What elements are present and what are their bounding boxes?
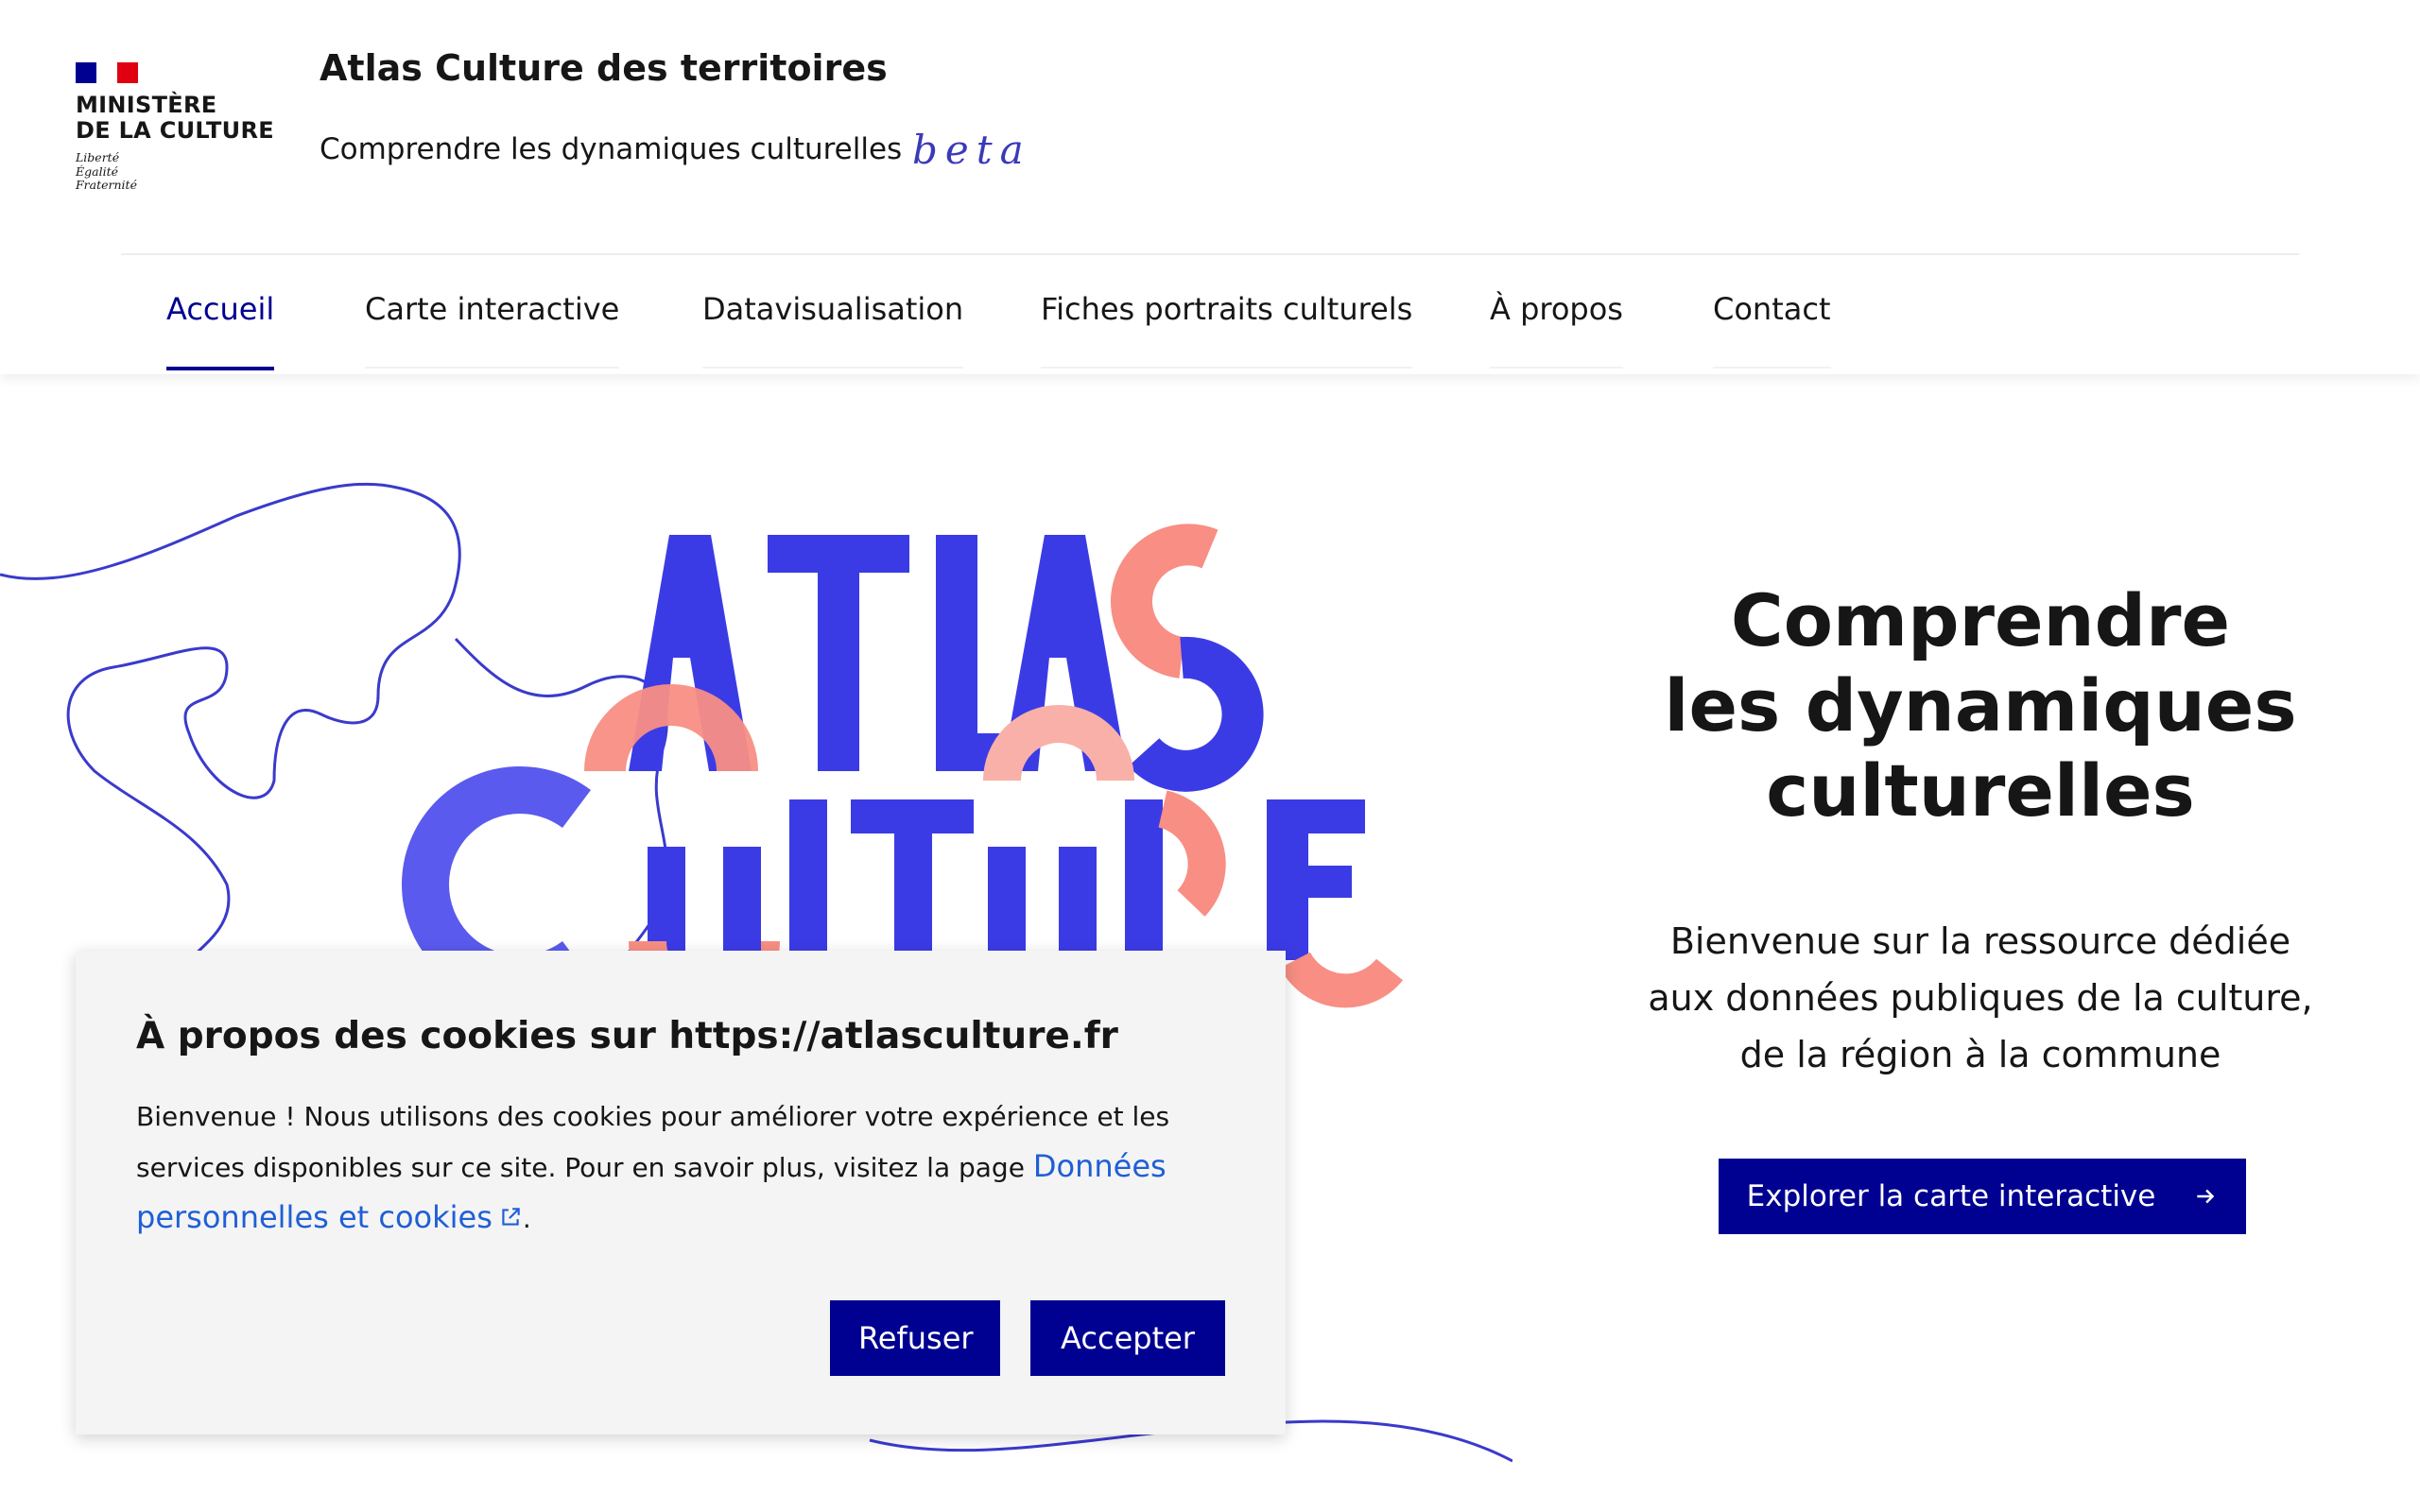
motto-fraternite: Fraternité: [76, 178, 137, 192]
site-title[interactable]: Atlas Culture des territoires: [320, 47, 888, 89]
cookie-text-line2: services disponibles sur ce site. Pour e…: [136, 1152, 1025, 1183]
nav-item-label: Carte interactive: [365, 291, 620, 327]
nav-item-carte-interactive[interactable]: Carte interactive: [365, 291, 620, 369]
external-link-icon: [502, 1208, 520, 1226]
refuse-cookies-button[interactable]: Refuser: [830, 1300, 1000, 1376]
republic-motto: Liberté Égalité Fraternité: [76, 150, 293, 193]
privacy-link-label-part2: personnelles et cookies: [136, 1199, 493, 1235]
site-tagline: Comprendre les dynamiques culturelles: [320, 132, 903, 166]
hero-title-line1: Comprendre: [1730, 578, 2231, 662]
cookie-text-line1: Bienvenue ! Nous utilisons des cookies p…: [136, 1101, 1170, 1132]
hero-subtitle-line2: aux données publiques de la culture,: [1648, 977, 2313, 1019]
site-header: MINISTÈRE DE LA CULTURE Liberté Égalité …: [0, 0, 2420, 253]
hero-title-line2: les dynamiques: [1664, 663, 2297, 747]
ministry-logo[interactable]: MINISTÈRE DE LA CULTURE Liberté Égalité …: [76, 62, 293, 193]
nav-item-underline: [702, 367, 964, 369]
nav-item-underline: [365, 367, 620, 369]
nav-item-datavisualisation[interactable]: Datavisualisation: [702, 291, 964, 369]
nav-item-underline: [1041, 367, 1413, 369]
arrow-right-icon: [2197, 1189, 2215, 1204]
hero-subtitle-line3: de la région à la commune: [1739, 1034, 2221, 1075]
hero-title: Comprendre les dynamiques culturelles: [1588, 578, 2373, 833]
nav-item-underline: [1713, 367, 1831, 369]
cookie-description: Bienvenue ! Nous utilisons des cookies p…: [136, 1092, 1176, 1244]
nav-item-label: Datavisualisation: [702, 291, 964, 327]
nav-item-contact[interactable]: Contact: [1713, 291, 1831, 369]
nav-item-label: Contact: [1713, 291, 1831, 327]
logo-arc: [584, 684, 758, 772]
active-tab-indicator: [166, 367, 275, 370]
hero-subtitle-line1: Bienvenue sur la ressource dédiée: [1669, 920, 2291, 962]
privacy-link-label-part1: Données: [1032, 1148, 1167, 1184]
nav-item-label: À propos: [1490, 291, 1623, 327]
ministry-name-line1: MINISTÈRE: [76, 92, 217, 118]
nav-item-label: Fiches portraits culturels: [1041, 291, 1413, 327]
nav-item-label: Accueil: [166, 291, 275, 327]
nav-item-fiches-portraits[interactable]: Fiches portraits culturels: [1041, 291, 1413, 369]
ministry-name-line2: DE LA CULTURE: [76, 117, 274, 144]
explore-map-button[interactable]: Explorer la carte interactive: [1719, 1159, 2246, 1234]
ministry-name: MINISTÈRE DE LA CULTURE: [76, 93, 293, 144]
cookie-title: À propos des cookies sur https://atlascu…: [136, 1015, 1118, 1057]
french-flag-icon: [76, 62, 138, 83]
main-navigation: Accueil Carte interactive Datavisualisat…: [0, 255, 2420, 374]
nav-item-underline: [1490, 367, 1623, 369]
beta-badge: beta: [912, 127, 1031, 173]
motto-egalite: Égalité: [76, 163, 118, 179]
hero-subtitle: Bienvenue sur la ressource dédiée aux do…: [1588, 913, 2373, 1083]
map-outline-line: [0, 482, 461, 962]
motto-liberte: Liberté: [76, 150, 120, 164]
logo-arc: [983, 705, 1134, 782]
nav-item-accueil[interactable]: Accueil: [166, 291, 275, 370]
cookie-text-period: .: [522, 1203, 531, 1234]
accept-cookies-button[interactable]: Accepter: [1030, 1300, 1225, 1376]
explore-map-button-label: Explorer la carte interactive: [1746, 1179, 2156, 1213]
nav-item-a-propos[interactable]: À propos: [1490, 291, 1623, 369]
hero-title-line3: culturelles: [1766, 748, 2195, 833]
cookie-consent-banner: À propos des cookies sur https://atlascu…: [76, 951, 1286, 1435]
